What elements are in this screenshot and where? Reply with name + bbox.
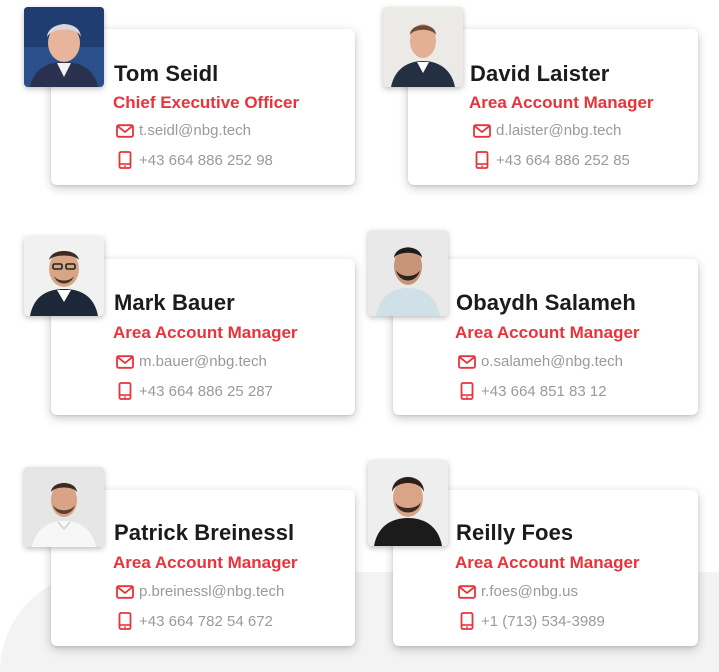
email-link[interactable]: t.seidl@nbg.tech — [116, 122, 251, 139]
contact-name: David Laister — [470, 61, 610, 86]
portrait-photo — [368, 230, 448, 316]
avatar — [383, 7, 463, 87]
avatar — [24, 236, 104, 316]
phone-text: +43 664 886 252 85 — [496, 151, 630, 169]
mail-icon — [458, 584, 476, 599]
portrait-photo — [368, 460, 448, 546]
email-text: o.salameh@nbg.tech — [481, 353, 623, 370]
email-link[interactable]: r.foes@nbg.us — [458, 583, 578, 600]
contact-role: Area Account Manager — [113, 323, 298, 342]
mobile-phone-icon — [116, 612, 134, 630]
email-text: d.laister@nbg.tech — [496, 122, 622, 139]
email-text: r.foes@nbg.us — [481, 583, 578, 600]
phone-text: +43 664 886 25 287 — [139, 382, 273, 400]
contact-role: Area Account Manager — [469, 93, 654, 112]
email-link[interactable]: o.salameh@nbg.tech — [458, 353, 623, 370]
portrait-photo — [24, 236, 104, 316]
contact-role: Chief Executive Officer — [113, 93, 300, 112]
portrait-photo — [383, 7, 463, 87]
email-link[interactable]: p.breinessl@nbg.tech — [116, 583, 284, 600]
phone-link[interactable]: +43 664 886 252 98 — [116, 151, 273, 169]
email-text: t.seidl@nbg.tech — [139, 122, 251, 139]
phone-link[interactable]: +43 664 782 54 672 — [116, 612, 273, 630]
phone-link[interactable]: +43 664 886 252 85 — [473, 151, 630, 169]
mobile-phone-icon — [116, 382, 134, 400]
phone-link[interactable]: +43 664 886 25 287 — [116, 382, 273, 400]
phone-text: +43 664 886 252 98 — [139, 151, 273, 169]
contact-name: Reilly Foes — [456, 520, 574, 545]
email-link[interactable]: d.laister@nbg.tech — [473, 122, 621, 139]
email-text: p.breinessl@nbg.tech — [139, 583, 285, 600]
phone-text: +43 664 851 83 12 — [481, 382, 607, 400]
portrait-photo — [24, 467, 104, 547]
mobile-phone-icon — [458, 612, 476, 630]
contact-role: Area Account Manager — [455, 323, 640, 342]
contact-role: Area Account Manager — [455, 553, 640, 572]
mail-icon — [116, 123, 134, 138]
mail-icon — [473, 123, 491, 138]
avatar — [24, 7, 104, 87]
portrait-photo — [24, 7, 104, 87]
email-text: m.bauer@nbg.tech — [139, 353, 267, 370]
avatar — [368, 230, 448, 316]
mobile-phone-icon — [473, 151, 491, 169]
mail-icon — [116, 354, 134, 369]
phone-link[interactable]: +43 664 851 83 12 — [458, 382, 607, 400]
contact-name: Tom Seidl — [114, 61, 219, 86]
mail-icon — [458, 354, 476, 369]
email-link[interactable]: m.bauer@nbg.tech — [116, 353, 267, 370]
contact-role: Area Account Manager — [113, 553, 298, 572]
avatar — [24, 467, 104, 547]
mobile-phone-icon — [116, 151, 134, 169]
contact-name: Mark Bauer — [114, 290, 235, 315]
contact-name: Obaydh Salameh — [456, 290, 636, 315]
contact-name: Patrick Breinessl — [114, 520, 295, 545]
mail-icon — [116, 584, 134, 599]
phone-text: +43 664 782 54 672 — [139, 612, 273, 630]
mobile-phone-icon — [458, 382, 476, 400]
avatar — [368, 460, 448, 546]
phone-link[interactable]: +1 (713) 534-3989 — [458, 612, 605, 630]
phone-text: +1 (713) 534-3989 — [481, 612, 605, 630]
